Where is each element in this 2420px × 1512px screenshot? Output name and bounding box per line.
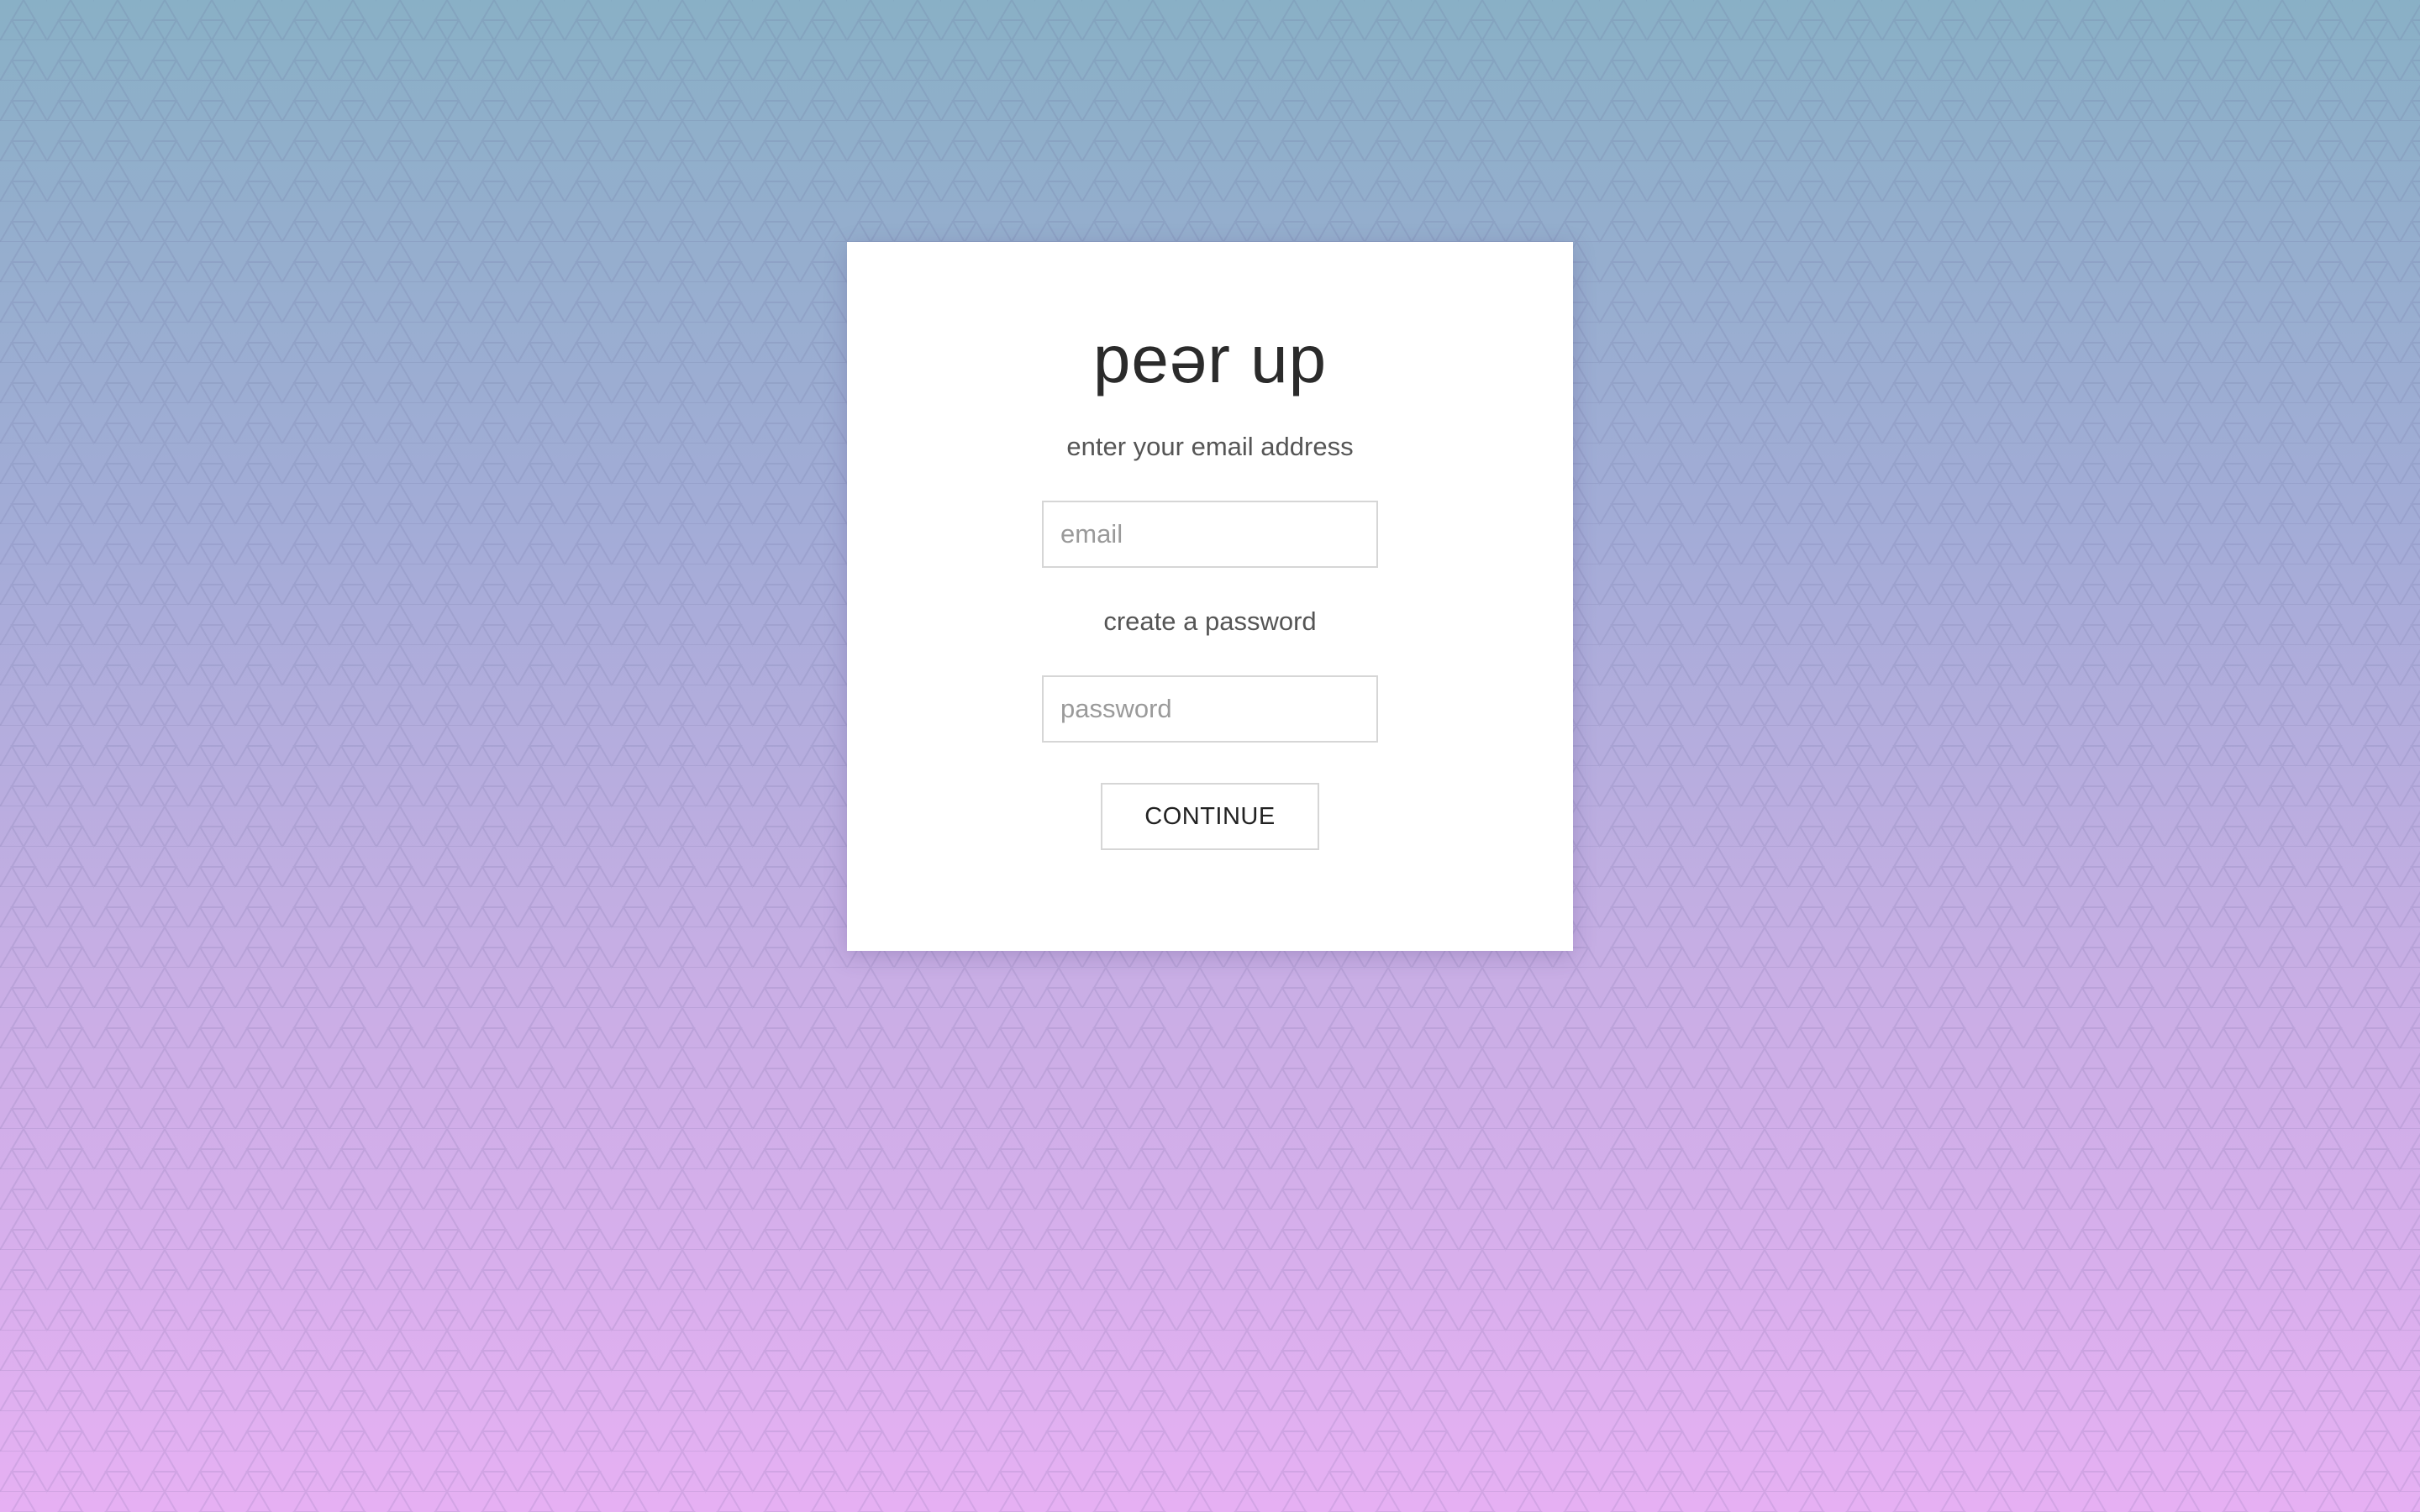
email-prompt: enter your email address (1066, 432, 1354, 461)
email-input[interactable] (1042, 501, 1378, 568)
signup-card: peər up enter your email address create … (847, 242, 1573, 951)
brand-logo: peər up (1092, 322, 1328, 396)
password-prompt: create a password (1103, 606, 1317, 636)
password-input[interactable] (1042, 675, 1378, 743)
continue-button[interactable]: CONTINUE (1101, 783, 1319, 850)
